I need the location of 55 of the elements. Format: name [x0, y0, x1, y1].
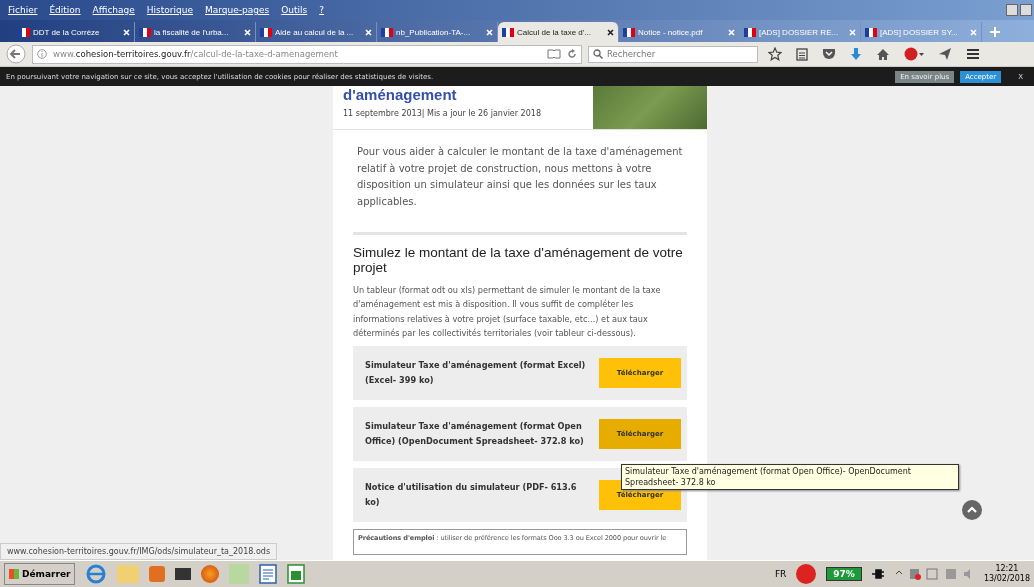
app-circle-icon[interactable] [796, 564, 817, 584]
download-label: Notice d'utilisation du simulateur (PDF- 613.6 ko) [365, 481, 578, 510]
star-icon[interactable] [768, 47, 782, 61]
section-heading: Simulez le montant de la taxe d'aménagement de votre projet [353, 245, 684, 275]
clock-time: 12:21 [995, 564, 1019, 574]
article-title: d'aménagement [343, 86, 458, 104]
address-field[interactable]: www.cohesion-territoires.gouv.fr/calcul-de-la-taxe-d-amenagement [32, 44, 582, 64]
clock-date: 13/02/2018 [983, 574, 1030, 584]
download-label: Simulateur Taxe d'aménagement (format Excel) (Excel- 399 ko) [365, 359, 587, 388]
scroll-top-icon[interactable] [962, 500, 982, 520]
windows-logo-icon [9, 569, 19, 579]
tooltip: Simulateur Taxe d'aménagement (format Open Office)- OpenDocument Spreadsheet- 372.8 ko [621, 464, 959, 490]
download-label: Simulateur Taxe d'aménagement (format Open Office) (OpenDocument Spreadsheet- 372.8 ko) [365, 420, 585, 449]
flag-icon [744, 27, 756, 37]
menu-item[interactable]: Outils [281, 5, 308, 15]
reload-icon[interactable] [567, 49, 577, 59]
paper-plane-icon[interactable] [938, 47, 952, 61]
menu-icon[interactable] [966, 48, 980, 60]
intro-paragraph: Pour vous aider à calculer le montant de la taxe d'aménagement relatif à votre projet de construction, nous mettons à votre disposition un simulateur ainsi que les données sur les taux applicables. [356, 145, 684, 209]
home-icon[interactable] [876, 47, 890, 61]
stop-sign-icon[interactable] [904, 47, 924, 61]
flag-icon [139, 27, 151, 37]
article-date: 11 septembre 2013| Mis a jour le 26 janvier 2018 [343, 109, 542, 118]
browser-icon[interactable] [85, 564, 108, 584]
menu-item[interactable]: ? [319, 5, 324, 15]
back-icon[interactable] [6, 44, 26, 64]
flag-icon [623, 27, 635, 37]
spreadsheet-icon[interactable] [287, 564, 306, 584]
flag-icon [18, 27, 30, 37]
flag-icon [865, 27, 877, 37]
new-tab-icon[interactable] [990, 27, 1000, 37]
menu-item[interactable]: Fichier [8, 5, 38, 15]
battery-indicator[interactable]: 97% [826, 567, 862, 581]
plug-icon [871, 569, 884, 579]
flag-icon [381, 27, 393, 37]
clipboard-icon[interactable] [796, 47, 808, 61]
flag-icon [502, 27, 514, 37]
flag-icon [260, 27, 272, 37]
close-icon[interactable] [607, 28, 614, 36]
menu-item[interactable]: Édition [49, 5, 81, 15]
status-url: www.cohesion-territoires.gouv.fr/IMG/ods/simulateur_ta_2018.ods [0, 543, 278, 560]
section-paragraph: Un tableur (format odt ou xls) permettant de simuler le montant de la taxe d'aménagement est mis à disposition. Il vous suffit de compléter les informations relatives à votre projet (surface taxable, etc...) et aux taux déterminés par les collectivités territoriales (voir tableur ci-dessous). [353, 284, 662, 340]
browser-tab[interactable]: Calcul de la taxe d'... [498, 22, 619, 42]
window-controls-icon[interactable] [1006, 4, 1032, 16]
menu-item[interactable]: Marque-pages [205, 5, 270, 15]
search-field[interactable]: Rechercher [588, 45, 758, 63]
menu-item[interactable]: Affichage [92, 5, 135, 15]
language-indicator[interactable]: FR [774, 569, 787, 579]
start-button[interactable]: Démarrer [4, 563, 76, 585]
reader-icon[interactable] [547, 49, 561, 59]
pocket-icon[interactable] [822, 48, 836, 60]
document-icon[interactable] [259, 564, 278, 584]
menu-item[interactable]: Historique [146, 5, 193, 15]
download-icon[interactable] [850, 47, 862, 61]
info-icon [37, 49, 47, 59]
